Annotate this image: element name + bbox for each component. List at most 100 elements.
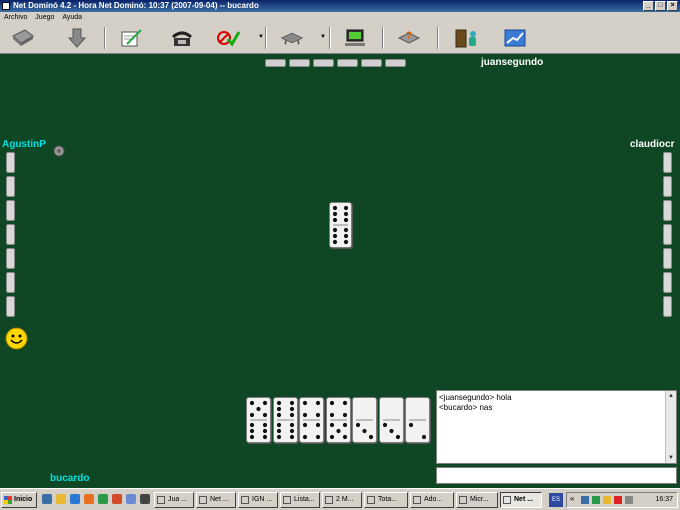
- terminal-icon[interactable]: [140, 494, 150, 504]
- domino-pip: [249, 434, 255, 440]
- domino-pip: [332, 239, 338, 245]
- tray-icon[interactable]: [592, 496, 600, 504]
- computer-icon[interactable]: [342, 27, 368, 49]
- no-entry-check-icon[interactable]: [215, 27, 241, 49]
- folder-icon[interactable]: [56, 494, 66, 504]
- task-label: Jua ...: [168, 496, 188, 503]
- maximize-button[interactable]: □: [655, 1, 666, 11]
- domino-pip: [368, 434, 374, 440]
- volume-icon[interactable]: [625, 496, 633, 504]
- domino-pip: [343, 227, 349, 233]
- domino-pip: [249, 428, 255, 434]
- domino-pip: [315, 422, 321, 428]
- domino-pip: [408, 422, 414, 428]
- domino-pip: [342, 422, 347, 428]
- menu-juego[interactable]: Juego: [35, 12, 54, 24]
- domino-pip: [276, 434, 281, 440]
- tray-icon[interactable]: [614, 496, 622, 504]
- domino-back: [6, 272, 15, 293]
- task-button[interactable]: Lista...: [280, 492, 320, 508]
- domino-pip: [276, 412, 281, 418]
- task-button[interactable]: Micr...: [456, 492, 498, 508]
- chat-scrollbar[interactable]: ▲ ▼: [665, 391, 676, 463]
- hand-domino[interactable]: [325, 397, 351, 443]
- chevron-down-icon[interactable]: ▼: [258, 34, 264, 40]
- table-icon[interactable]: [276, 27, 308, 49]
- chevron-left-icon[interactable]: «: [570, 495, 578, 503]
- domino-pip: [289, 412, 294, 418]
- tiles-icon[interactable]: [10, 27, 36, 49]
- chart-line-icon[interactable]: [502, 27, 528, 49]
- scroll-up-icon[interactable]: ▲: [667, 392, 675, 400]
- domino-pip: [342, 412, 347, 418]
- language-indicator[interactable]: ES: [549, 493, 563, 507]
- hand-domino[interactable]: [272, 397, 298, 443]
- start-label: Inicio: [14, 496, 33, 503]
- browser-icon[interactable]: [70, 494, 80, 504]
- menu-ayuda[interactable]: Ayuda: [62, 12, 82, 24]
- arrow-down-icon[interactable]: [64, 27, 90, 49]
- door-exit-icon[interactable]: [452, 27, 478, 49]
- domino-pip: [289, 434, 294, 440]
- hand-domino[interactable]: [352, 397, 377, 443]
- task-button[interactable]: Tota...: [364, 492, 408, 508]
- domino-back: [289, 59, 310, 67]
- windows-logo-icon: [4, 496, 12, 504]
- task-label: Net ...: [210, 496, 229, 503]
- folder-icon: [157, 496, 165, 504]
- top-player-tiles: [265, 59, 406, 67]
- domino-back: [663, 176, 672, 197]
- clock: 16:37: [655, 496, 673, 503]
- document-icon: [367, 496, 375, 504]
- taskbar: Inicio Jua ... Net ... IGN ... Lista... …: [0, 488, 680, 510]
- close-button[interactable]: ×: [667, 1, 678, 11]
- domino-pip: [343, 239, 349, 245]
- smiley-icon[interactable]: [5, 327, 28, 350]
- firefox-icon[interactable]: [84, 494, 94, 504]
- minimize-button[interactable]: _: [643, 1, 654, 11]
- domino-pip: [302, 434, 308, 440]
- document-icon: [283, 496, 291, 504]
- hand-domino[interactable]: [299, 397, 324, 443]
- network-icon[interactable]: [581, 496, 589, 504]
- start-button[interactable]: Inicio: [1, 492, 37, 508]
- task-label: Ado...: [424, 496, 443, 503]
- question-help-icon[interactable]: ?: [396, 27, 422, 49]
- hand-domino[interactable]: [405, 397, 430, 443]
- domino-pip: [342, 400, 347, 406]
- domino-back: [6, 200, 15, 221]
- task-button[interactable]: Net ...: [196, 492, 236, 508]
- domino-pip: [262, 422, 268, 428]
- menu-archivo[interactable]: Archivo: [4, 12, 27, 24]
- domino-pip: [421, 434, 427, 440]
- domino-back: [337, 59, 358, 67]
- domino-pip: [249, 422, 255, 428]
- task-button[interactable]: IGN ...: [238, 492, 278, 508]
- domino-pip: [249, 412, 255, 418]
- acrobat-icon[interactable]: [112, 494, 122, 504]
- chat-input[interactable]: [436, 467, 677, 484]
- telephone-icon[interactable]: [169, 27, 195, 49]
- task-button[interactable]: 2 M...: [322, 492, 362, 508]
- hand-domino[interactable]: [246, 397, 271, 443]
- domino-back: [663, 224, 672, 245]
- task-button[interactable]: Ado...: [410, 492, 454, 508]
- domino-pip: [382, 422, 387, 428]
- domino-pip: [276, 428, 281, 434]
- hand-domino[interactable]: [378, 397, 404, 443]
- task-button-active[interactable]: Net ...: [500, 492, 542, 508]
- title-bar: Net Dominó 4.2 - Hora Net Dominó: 10:37 …: [0, 0, 680, 12]
- chevron-down-icon[interactable]: ▼: [320, 34, 326, 40]
- domino-back: [663, 248, 672, 269]
- task-button[interactable]: Jua ...: [154, 492, 194, 508]
- desktop-icon[interactable]: [42, 494, 52, 504]
- app-icon: [2, 2, 10, 10]
- domino-pip: [262, 428, 268, 434]
- domino-pip: [302, 422, 308, 428]
- tray-icon[interactable]: [603, 496, 611, 504]
- svg-text:?: ?: [406, 30, 413, 42]
- messenger-icon[interactable]: [126, 494, 136, 504]
- notepad-pen-icon[interactable]: [118, 27, 144, 49]
- scroll-down-icon[interactable]: ▼: [667, 454, 675, 462]
- media-icon[interactable]: [98, 494, 108, 504]
